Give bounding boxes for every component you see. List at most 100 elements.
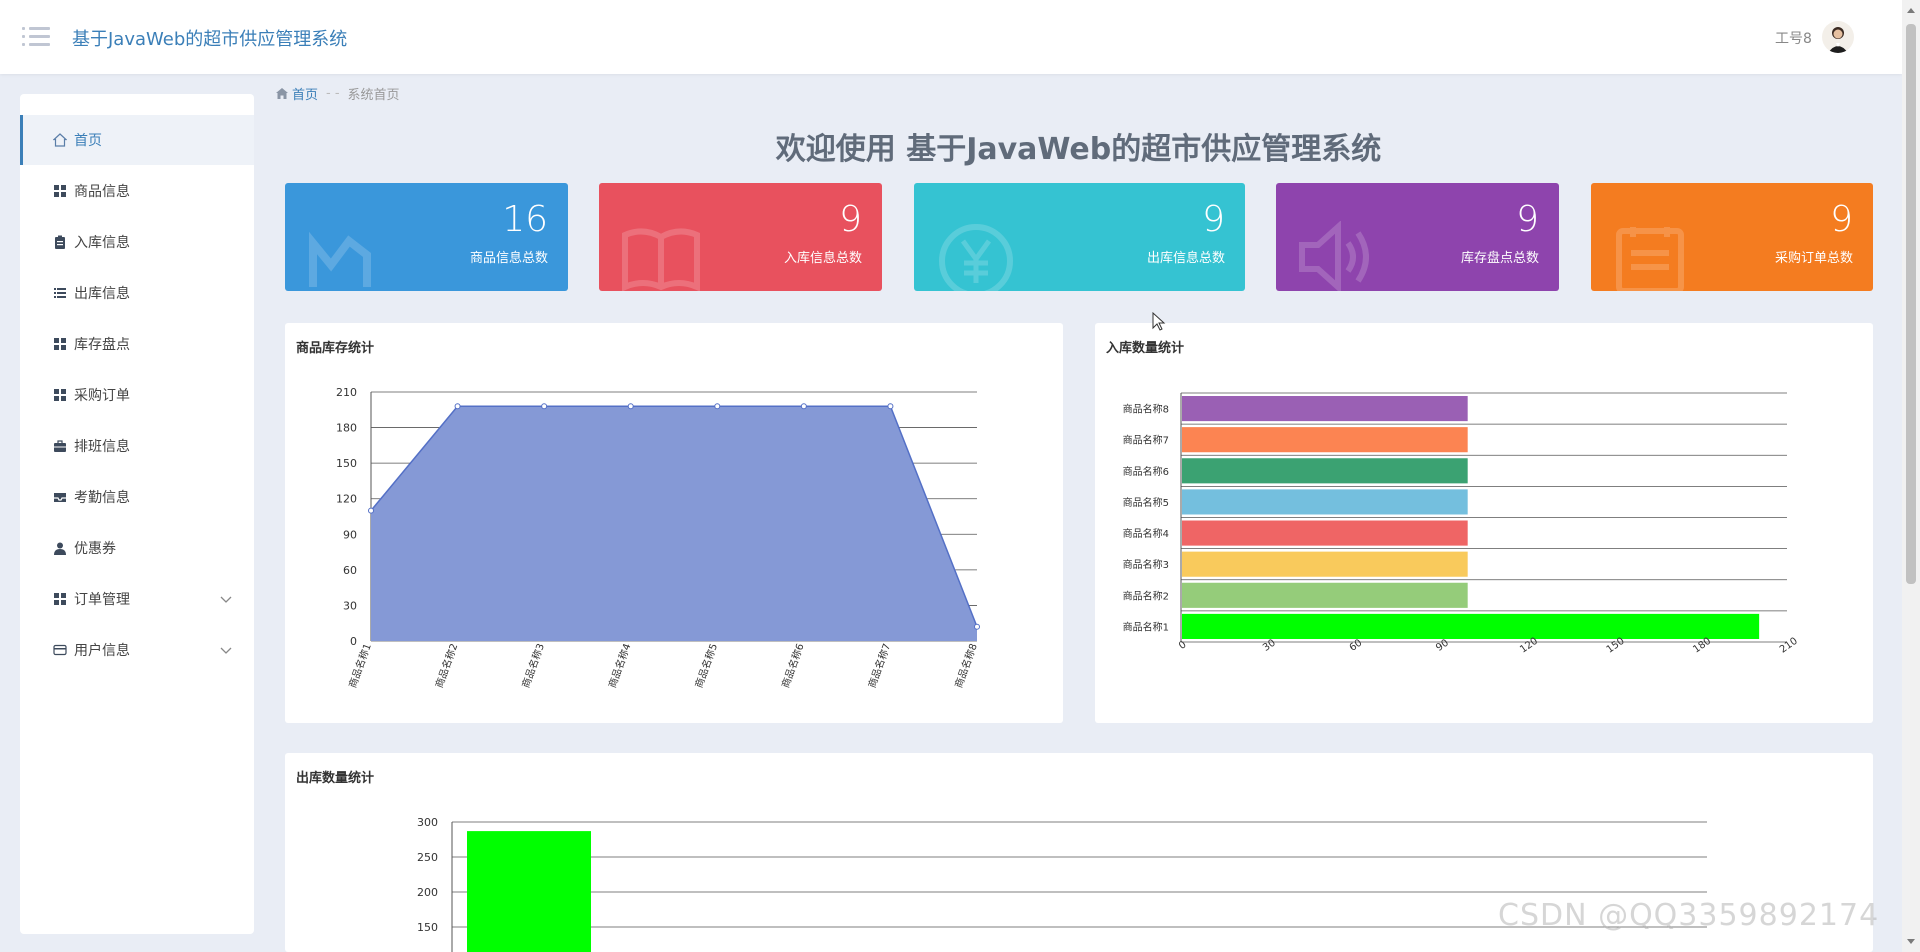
watermark: CSDN @QQ3359892174 bbox=[1498, 898, 1880, 933]
sidebar-item-6[interactable]: 采购订单 bbox=[20, 370, 254, 420]
breadcrumb-current: 系统首页 bbox=[347, 88, 400, 103]
bar bbox=[1182, 458, 1468, 484]
y-tick-label: 商品名称2 bbox=[1123, 589, 1169, 602]
bar bbox=[1182, 582, 1468, 608]
page-scrollbar[interactable] bbox=[1902, 0, 1920, 952]
stat-label: 出库信息总数 bbox=[1146, 251, 1225, 266]
y-tick-label: 商品名称3 bbox=[1123, 558, 1169, 571]
chart-icon bbox=[307, 221, 377, 291]
stock-area-chart: 0 30 60 90 120 150 180 210 商品名称1 商品名称2 商品名称3 商品名称4 商… bbox=[336, 386, 980, 690]
stat-label: 入库信息总数 bbox=[783, 251, 862, 266]
x-tick-label: 0 bbox=[1177, 639, 1189, 652]
scrollbar-thumb[interactable] bbox=[1906, 24, 1916, 584]
sidebar-item-2[interactable]: 商品信息 bbox=[20, 166, 254, 216]
inbound-chart-panel: 入库数量统计 商品名称1 商品名称2 商品名称3 商品名称4 商品名称5 商品名称6 商品名… bbox=[1095, 323, 1873, 723]
y-tick-label: 200 bbox=[417, 886, 438, 899]
x-tick-label: 商品名称3 bbox=[519, 642, 547, 690]
stat-label: 采购订单总数 bbox=[1774, 251, 1853, 266]
data-point bbox=[368, 507, 374, 514]
scroll-up-icon[interactable] bbox=[1907, 8, 1915, 13]
stat-card-5[interactable]: 9 采购订单总数 bbox=[1591, 183, 1873, 291]
y-tick-label: 250 bbox=[417, 851, 438, 864]
x-tick-label: 90 bbox=[1434, 638, 1451, 654]
y-tick-label: 商品名称7 bbox=[1123, 434, 1169, 447]
x-tick-label: 商品名称4 bbox=[605, 642, 633, 690]
stat-label: 库存盘点总数 bbox=[1460, 251, 1539, 266]
avatar[interactable] bbox=[1822, 21, 1854, 53]
x-tick-label: 商品名称7 bbox=[865, 642, 893, 690]
sidebar-item-4[interactable]: 出库信息 bbox=[20, 268, 254, 318]
data-point bbox=[541, 403, 548, 410]
x-tick-label: 商品名称6 bbox=[779, 642, 807, 690]
x-tick-label: 30 bbox=[1261, 638, 1278, 654]
y-tick-label: 商品名称4 bbox=[1123, 527, 1169, 540]
data-point bbox=[800, 403, 807, 410]
y-tick-label: 60 bbox=[343, 564, 357, 577]
stat-card-4[interactable]: 9 库存盘点总数 bbox=[1276, 183, 1559, 291]
x-tick-label: 210 bbox=[1778, 636, 1800, 656]
app-title: 基于JavaWeb的超市供应管理系统 bbox=[72, 29, 348, 50]
sidebar-item-11[interactable]: 用户信息 bbox=[20, 625, 254, 675]
stat-value: 16 bbox=[502, 199, 548, 240]
menu-toggle-icon[interactable] bbox=[22, 25, 50, 47]
sidebar-item-8[interactable]: 考勤信息 bbox=[20, 472, 254, 522]
sidebar-item-3[interactable]: 入库信息 bbox=[20, 217, 254, 267]
sidebar-item-1[interactable]: 首页 bbox=[20, 115, 254, 165]
home-icon bbox=[276, 88, 288, 99]
chevron-down-icon[interactable] bbox=[220, 592, 232, 608]
grid-icon bbox=[52, 591, 68, 607]
sidebar-item-label: 出库信息 bbox=[74, 286, 130, 302]
y-tick-label: 120 bbox=[336, 493, 357, 506]
stat-card-1[interactable]: 16 商品信息总数 bbox=[285, 183, 568, 291]
x-tick-label: 60 bbox=[1348, 638, 1365, 654]
user-icon bbox=[52, 540, 68, 556]
y-tick-label: 90 bbox=[343, 528, 357, 541]
mouse-cursor-icon bbox=[1152, 312, 1166, 331]
sidebar-item-label: 商品信息 bbox=[74, 184, 130, 200]
book-icon bbox=[621, 221, 701, 291]
stat-value: 9 bbox=[1830, 199, 1853, 240]
clipboard-icon bbox=[52, 234, 68, 250]
sidebar-item-9[interactable]: 优惠券 bbox=[20, 523, 254, 573]
sidebar-item-label: 优惠券 bbox=[74, 541, 116, 557]
list-icon bbox=[52, 285, 68, 301]
sidebar-item-5[interactable]: 库存盘点 bbox=[20, 319, 254, 369]
sidebar: 首页商品信息入库信息出库信息库存盘点采购订单排班信息考勤信息优惠券订单管理用户信… bbox=[20, 94, 254, 934]
x-tick-label: 商品名称1 bbox=[346, 642, 374, 690]
y-tick-label: 商品名称6 bbox=[1123, 465, 1169, 478]
bar bbox=[1182, 396, 1468, 422]
sidebar-item-label: 采购订单 bbox=[74, 388, 130, 404]
bar bbox=[1182, 520, 1468, 546]
data-point bbox=[887, 403, 894, 410]
sidebar-item-label: 用户信息 bbox=[74, 643, 130, 659]
sidebar-item-label: 库存盘点 bbox=[74, 337, 130, 353]
bar bbox=[1182, 551, 1468, 577]
sidebar-item-10[interactable]: 订单管理 bbox=[20, 574, 254, 624]
page-title: 欢迎使用 基于JavaWeb的超市供应管理系统 bbox=[775, 132, 1382, 167]
sidebar-item-label: 排班信息 bbox=[74, 439, 130, 455]
inbound-bar-chart: 商品名称1 商品名称2 商品名称3 商品名称4 商品名称5 商品名称6 商品名称7 商品名称8… bbox=[1123, 392, 1800, 656]
y-tick-label: 0 bbox=[350, 635, 357, 648]
chevron-down-icon[interactable] bbox=[220, 643, 232, 659]
x-tick-label: 商品名称2 bbox=[432, 642, 460, 690]
user-label[interactable]: 工号8 bbox=[1775, 28, 1812, 48]
breadcrumb-separator: - - bbox=[326, 86, 340, 101]
x-tick-label: 商品名称5 bbox=[692, 642, 720, 690]
stat-card-3[interactable]: 9 出库信息总数 bbox=[914, 183, 1245, 291]
scroll-down-icon[interactable] bbox=[1907, 939, 1915, 944]
breadcrumb-home[interactable]: 首页 bbox=[292, 84, 318, 103]
stat-value: 9 bbox=[1516, 199, 1539, 240]
sidebar-item-7[interactable]: 排班信息 bbox=[20, 421, 254, 471]
data-point bbox=[974, 623, 980, 630]
stat-value: 9 bbox=[839, 199, 862, 240]
y-tick-label: 150 bbox=[336, 457, 357, 470]
speaker-icon bbox=[1298, 220, 1378, 291]
y-tick-label: 商品名称5 bbox=[1123, 496, 1169, 509]
stat-card-2[interactable]: 9 入库信息总数 bbox=[599, 183, 882, 291]
bar bbox=[467, 831, 591, 952]
bar bbox=[1182, 613, 1760, 639]
y-tick-label: 商品名称1 bbox=[1123, 620, 1169, 633]
y-tick-label: 商品名称8 bbox=[1123, 403, 1169, 416]
inbox-icon bbox=[52, 489, 68, 505]
stat-label: 商品信息总数 bbox=[469, 251, 548, 266]
